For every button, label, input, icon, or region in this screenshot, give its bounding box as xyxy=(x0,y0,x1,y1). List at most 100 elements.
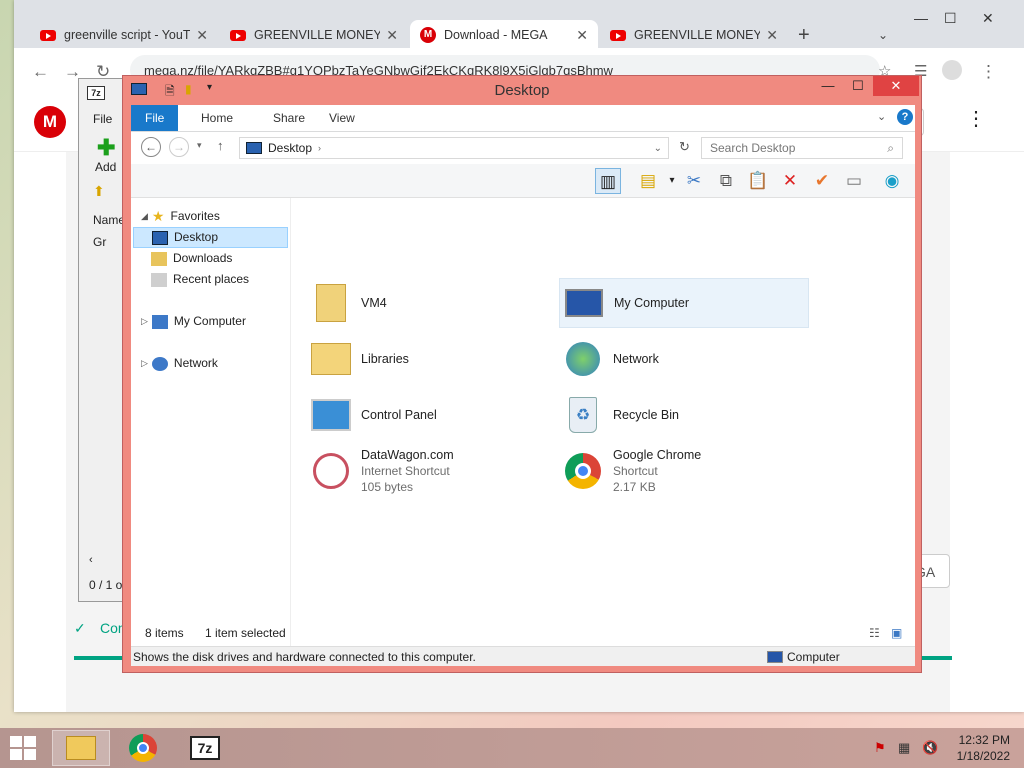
recycle-bin-icon: ♻ xyxy=(559,393,607,437)
help-icon[interactable]: ? xyxy=(897,109,913,125)
search-icon: ⌕ xyxy=(887,141,894,155)
maximize-icon[interactable]: ☐ xyxy=(944,10,957,27)
nav-desktop[interactable]: Desktop xyxy=(133,227,288,248)
breadcrumb-chevron-icon[interactable]: › xyxy=(318,143,321,153)
volume-muted-icon[interactable]: 🔇 xyxy=(922,740,938,756)
nav-downloads[interactable]: Downloads xyxy=(151,248,232,269)
file-item-recycle-bin[interactable]: ♻ Recycle Bin xyxy=(559,390,809,440)
search-box[interactable]: Search Desktop ⌕ xyxy=(701,137,903,159)
breadcrumb[interactable]: Desktop xyxy=(268,141,312,155)
file-item-network[interactable]: Network xyxy=(559,334,809,384)
tab-title: GREENVILLE MONEY SCRIPT xyxy=(254,28,381,42)
sevenzip-add-label[interactable]: Add xyxy=(95,160,116,174)
menu-kebab-icon[interactable]: ⋮ xyxy=(980,62,997,82)
tab-youtube-1[interactable]: greenville script - YouTube ✕ xyxy=(30,20,218,50)
tab-mega-download[interactable]: M Download - MEGA ✕ xyxy=(410,20,598,50)
desktop-icon xyxy=(152,230,168,245)
add-icon[interactable]: ✚ xyxy=(97,135,115,161)
navigation-pane: ◢ ★ Favorites Desktop Downloads Recent p… xyxy=(131,198,291,646)
cut-icon[interactable]: ✂ xyxy=(681,168,707,194)
tab-youtube-2[interactable]: GREENVILLE MONEY SCRIPT ✕ xyxy=(220,20,408,50)
item-type: Shortcut xyxy=(613,464,658,478)
minimize-icon[interactable]: — xyxy=(914,10,928,26)
mega-logo[interactable]: M xyxy=(34,106,66,138)
expand-icon[interactable]: ▷ xyxy=(141,311,148,332)
sevenzip-menu-file[interactable]: File xyxy=(93,112,112,126)
tab-search-chevron-icon[interactable]: ⌄ xyxy=(878,28,888,42)
sevenzip-icon: 7z xyxy=(87,86,105,100)
explorer-minimize-icon[interactable]: — xyxy=(813,76,843,96)
taskbar-file-explorer[interactable] xyxy=(52,730,110,766)
file-item-my-computer[interactable]: My Computer xyxy=(559,278,809,328)
folder-options-icon[interactable]: ▤ xyxy=(635,168,661,194)
nav-network[interactable]: ▷ Network xyxy=(141,353,218,374)
taskbar-7zip[interactable]: 7z xyxy=(176,730,234,766)
shell-icon[interactable]: ◉ xyxy=(879,168,905,194)
sevenzip-col-name[interactable]: Name xyxy=(93,213,125,227)
nav-my-computer[interactable]: ▷ My Computer xyxy=(141,311,246,332)
clock[interactable]: 12:32 PM 1/18/2022 xyxy=(957,732,1010,764)
nav-recent-places[interactable]: Recent places xyxy=(151,269,249,290)
youtube-icon xyxy=(230,29,246,41)
preview-pane-icon[interactable]: ▥ xyxy=(595,168,621,194)
star-icon: ★ xyxy=(151,208,165,224)
file-item-libraries[interactable]: Libraries xyxy=(307,334,557,384)
tab-close-icon[interactable]: ✕ xyxy=(766,27,778,44)
action-center-flag-icon[interactable]: ⚑ xyxy=(874,740,886,756)
explorer-maximize-icon[interactable]: ☐ xyxy=(843,76,873,96)
nav-label: My Computer xyxy=(173,314,246,328)
details-view-icon[interactable]: ☷ xyxy=(869,626,880,640)
large-icons-view-icon[interactable]: ▣ xyxy=(891,626,902,640)
delete-icon[interactable]: ✕ xyxy=(777,168,803,194)
search-placeholder: Search Desktop xyxy=(710,141,796,155)
ribbon-expand-icon[interactable]: ⌄ xyxy=(877,110,886,123)
tab-close-icon[interactable]: ✕ xyxy=(576,27,588,44)
recent-locations-icon[interactable]: ▾ xyxy=(197,140,202,151)
taskbar-chrome[interactable] xyxy=(114,730,172,766)
file-item-google-chrome[interactable]: Google Chrome Shortcut 2.17 KB xyxy=(559,446,809,496)
item-name: DataWagon.com xyxy=(361,448,454,462)
item-name: Control Panel xyxy=(361,408,437,422)
mega-menu-kebab-icon[interactable]: ⋮ xyxy=(966,106,986,131)
forward-icon[interactable]: → xyxy=(169,137,189,157)
network-icon xyxy=(151,356,168,371)
youtube-icon xyxy=(40,29,56,41)
check-icon[interactable]: ✔ xyxy=(809,168,835,194)
back-icon[interactable]: ← xyxy=(32,62,49,82)
nav-favorites[interactable]: ◢ ★ Favorites xyxy=(141,206,220,227)
profile-avatar[interactable] xyxy=(942,60,962,80)
computer-icon xyxy=(151,314,168,329)
copy-icon[interactable]: ⧉ xyxy=(713,168,739,194)
downloads-icon xyxy=(151,251,167,266)
ribbon-tab-file[interactable]: File xyxy=(131,105,179,131)
file-item-datawagon[interactable]: DataWagon.com Internet Shortcut 105 byte… xyxy=(307,446,557,496)
tab-close-icon[interactable]: ✕ xyxy=(196,27,208,44)
folder-up-icon[interactable]: ⬆ xyxy=(93,183,105,200)
sevenzip-row[interactable]: Gr xyxy=(93,235,106,249)
expand-icon[interactable]: ▷ xyxy=(141,353,148,374)
back-icon[interactable]: ← xyxy=(141,137,161,157)
rename-icon[interactable]: ▭ xyxy=(841,168,867,194)
tab-close-icon[interactable]: ✕ xyxy=(386,27,398,44)
ribbon-tab-share[interactable]: Share xyxy=(259,105,319,131)
up-icon[interactable]: ↑ xyxy=(217,138,224,153)
tab-youtube-3[interactable]: GREENVILLE MONEY SCRIPT ✕ xyxy=(600,20,788,50)
collapse-icon[interactable]: ◢ xyxy=(141,206,148,227)
file-item-control-panel[interactable]: Control Panel xyxy=(307,390,557,440)
internet-shortcut-icon xyxy=(307,449,355,493)
close-icon[interactable]: ✕ xyxy=(982,10,994,27)
network-tray-icon[interactable]: ▦ xyxy=(898,740,910,756)
explorer-address-box[interactable]: Desktop › ⌄ xyxy=(239,137,669,159)
tab-title: Download - MEGA xyxy=(444,28,548,42)
item-size: 105 bytes xyxy=(361,480,414,494)
ribbon-tab-view[interactable]: View xyxy=(315,105,369,131)
windows-start-icon[interactable] xyxy=(10,736,38,760)
new-tab-icon[interactable]: + xyxy=(798,24,810,47)
scroll-left-icon[interactable]: ‹ xyxy=(89,554,93,566)
paste-icon[interactable]: 📋 xyxy=(745,168,771,194)
refresh-icon[interactable]: ↻ xyxy=(679,139,690,155)
file-item-vm4[interactable]: VM4 xyxy=(307,278,557,328)
address-dropdown-icon[interactable]: ⌄ xyxy=(654,143,662,154)
explorer-close-icon[interactable]: ✕ xyxy=(873,76,919,96)
ribbon-tab-home[interactable]: Home xyxy=(187,105,247,131)
